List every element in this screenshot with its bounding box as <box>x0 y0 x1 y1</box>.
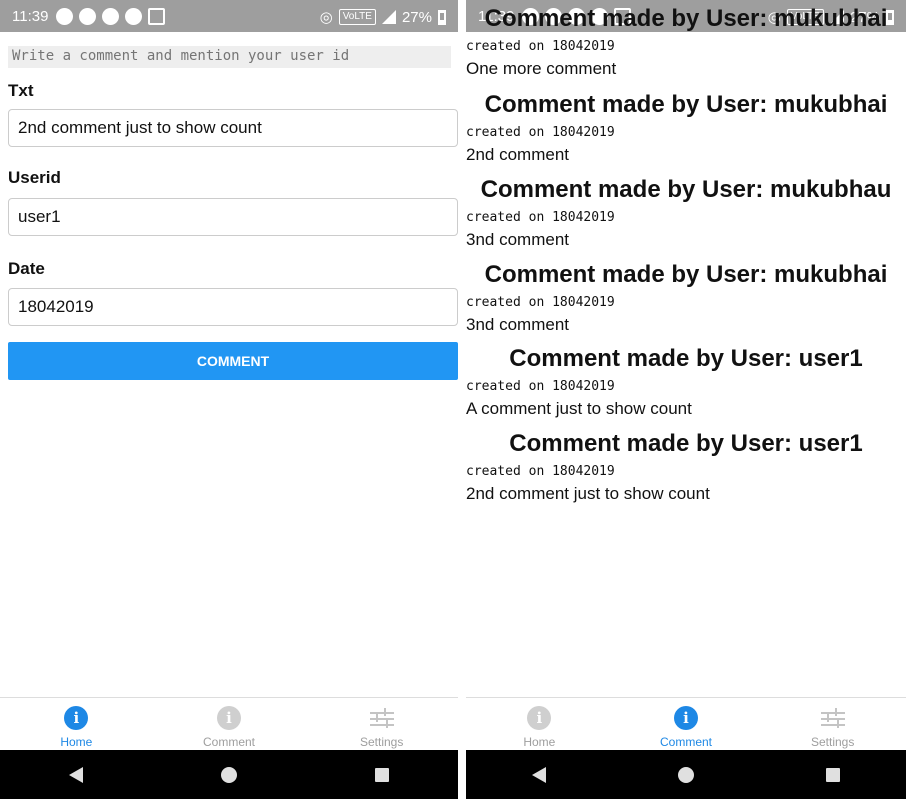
userid-input[interactable]: user1 <box>8 198 458 236</box>
comment-created: created on 18042019 <box>466 464 615 479</box>
info-icon: i <box>217 706 241 730</box>
info-icon: i <box>527 706 552 730</box>
home-icon[interactable] <box>221 766 237 783</box>
comment-text: One more comment <box>466 59 617 78</box>
tab-comment[interactable]: i Comment <box>153 698 306 750</box>
userid-label: Userid <box>8 168 61 187</box>
notification-icon <box>125 8 142 25</box>
battery-percent: 27% <box>401 8 432 26</box>
home-icon[interactable] <box>678 766 694 783</box>
tab-label: Comment <box>660 735 713 749</box>
comment-created: created on 18042019 <box>466 295 615 310</box>
tab-label: Settings <box>360 735 404 749</box>
comment-title: Comment made by User: user1 <box>509 345 863 372</box>
notification-icon <box>79 8 96 25</box>
comment-created: created on 18042019 <box>466 125 615 140</box>
back-icon[interactable] <box>532 766 546 783</box>
notification-icon <box>102 8 119 25</box>
volte-badge: VoLTE <box>338 9 376 25</box>
hotspot-icon: ◎ <box>319 9 333 26</box>
comment-title: Comment made by User: mukubhai <box>484 91 888 118</box>
tab-label: Home <box>60 735 93 749</box>
recents-icon[interactable] <box>375 767 389 782</box>
comment-text: 2nd comment <box>466 145 569 164</box>
bottom-tab-bar: i Home i Comment Settings <box>0 697 458 750</box>
comment-created: created on 18042019 <box>466 379 615 394</box>
comment-title: Comment made by User: user1 <box>509 430 863 457</box>
comment-created: created on 18042019 <box>466 39 615 54</box>
notification-icons <box>56 8 165 25</box>
status-right: ◎ VoLTE 27% <box>320 8 446 26</box>
comment-title: Comment made by User: mukubhai <box>484 5 888 32</box>
comment-text: 3nd comment <box>466 230 569 249</box>
comment-created: created on 18042019 <box>466 210 615 225</box>
info-icon: i <box>674 706 698 730</box>
phone-comment-screen: 11:39 ◎ VoLTE 27% Comment made by User: … <box>466 0 906 799</box>
image-icon <box>148 8 165 25</box>
sliders-icon <box>820 706 845 730</box>
tab-label: Home <box>523 735 556 749</box>
comment-title: Comment made by User: mukubhau <box>480 176 892 203</box>
bottom-tab-bar: i Home i Comment Settings <box>466 697 906 750</box>
tab-label: Comment <box>203 735 256 749</box>
tab-home[interactable]: i Home <box>0 698 153 750</box>
comment-title: Comment made by User: mukubhai <box>484 261 888 288</box>
status-time: 11:39 <box>12 8 49 25</box>
tab-home[interactable]: i Home <box>466 698 613 750</box>
back-icon[interactable] <box>69 766 83 783</box>
tab-settings[interactable]: Settings <box>305 698 458 750</box>
battery-icon <box>438 9 446 25</box>
comment-text: 2nd comment just to show count <box>466 484 710 503</box>
txt-label: Txt <box>8 81 34 100</box>
tab-label: Settings <box>811 735 855 749</box>
signal-icon <box>381 10 396 24</box>
info-icon: i <box>64 706 89 730</box>
comment-hint: Write a comment and mention your user id <box>8 46 451 68</box>
tab-settings[interactable]: Settings <box>759 698 906 750</box>
txt-input[interactable]: 2nd comment just to show count <box>8 109 458 147</box>
recents-icon[interactable] <box>826 767 840 782</box>
system-nav-bar <box>466 750 906 799</box>
status-bar: 11:39 ◎ VoLTE 27% <box>0 0 458 32</box>
notification-icon <box>56 8 73 25</box>
sliders-icon <box>369 706 394 730</box>
date-label: Date <box>8 259 45 278</box>
system-nav-bar <box>0 750 458 799</box>
date-input[interactable]: 18042019 <box>8 288 458 326</box>
comment-text: A comment just to show count <box>466 399 692 418</box>
comment-submit-button[interactable]: COMMENT <box>8 342 458 380</box>
comment-text: 3nd comment <box>466 315 569 334</box>
tab-comment[interactable]: i Comment <box>613 698 760 750</box>
phone-home-screen: 11:39 ◎ VoLTE 27% Write a comment and me… <box>0 0 458 799</box>
